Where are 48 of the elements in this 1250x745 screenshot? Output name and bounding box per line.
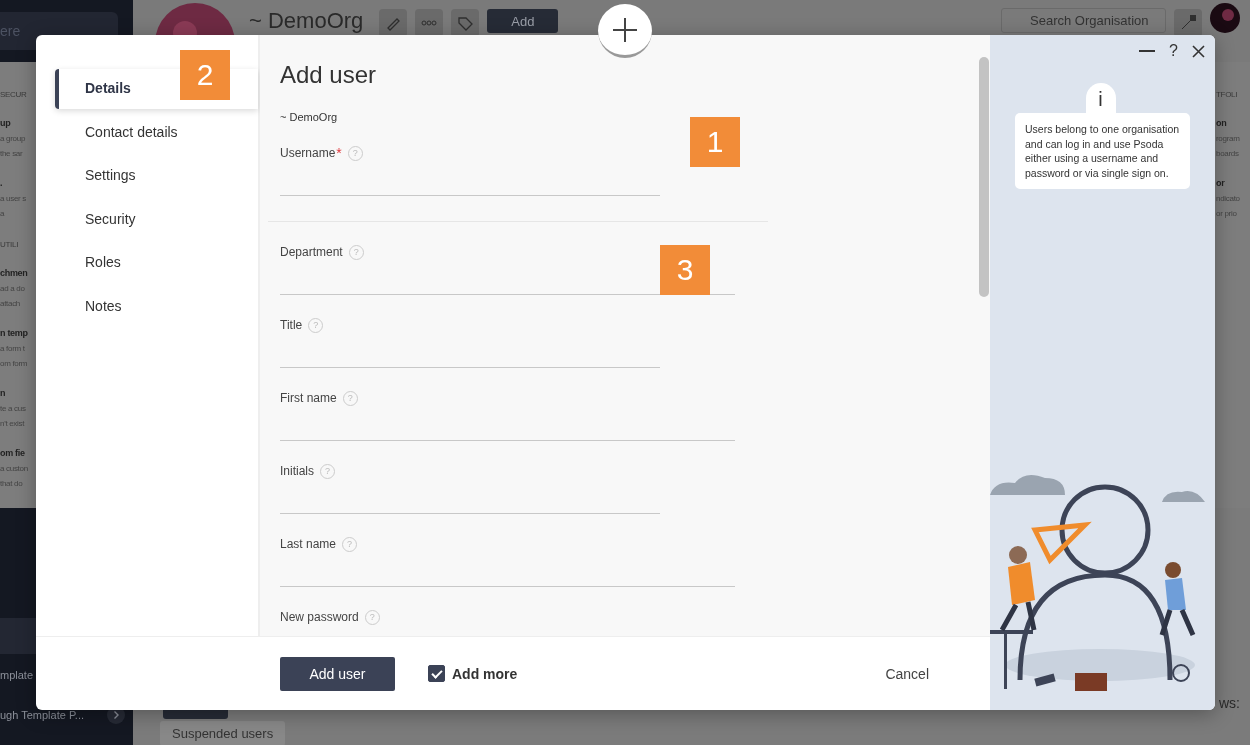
dialog-title: Add user [280, 61, 378, 90]
help-button[interactable]: ? [1169, 42, 1178, 60]
minimize-icon[interactable] [1139, 49, 1156, 53]
menu-item-title[interactable]: or [1216, 178, 1250, 194]
field-label: Initials [280, 464, 314, 478]
organisation-label: ~ DemoOrg [280, 111, 339, 123]
menu-item-title[interactable]: om fie [0, 448, 36, 464]
add-user-button[interactable]: Add user [280, 656, 395, 691]
suspended-users-button[interactable]: Suspended users [160, 721, 286, 745]
menu-item-title[interactable]: n temp [0, 328, 36, 344]
plus-icon[interactable] [612, 16, 638, 43]
cancel-button[interactable]: Cancel [879, 664, 935, 683]
sidebar-item[interactable]: mplate [0, 669, 34, 681]
nav-tab[interactable]: Settings [55, 156, 258, 196]
field-label: Department [280, 245, 343, 259]
required-mark: * [336, 145, 342, 161]
annotation-marker: 2 [180, 50, 230, 100]
nav-tab[interactable]: Roles [55, 243, 258, 283]
user-avatar[interactable] [1210, 3, 1240, 33]
annotation-marker: 3 [660, 245, 710, 295]
menu-item-title[interactable]: . [0, 178, 36, 194]
close-icon[interactable] [1192, 44, 1205, 58]
menu-item-title[interactable]: chmen [0, 268, 36, 284]
info-text: Users belong to one organisation and can log in and use Psoda either using a username and password or via single sign on. [1015, 113, 1190, 189]
field-label: New password [280, 610, 359, 624]
checkbox[interactable] [428, 665, 445, 682]
nav-tab[interactable]: Contact details [55, 112, 258, 152]
nav-tab[interactable]: Security [55, 199, 258, 239]
share-icon[interactable] [1174, 9, 1202, 37]
more-icon[interactable] [415, 9, 444, 37]
annotation-marker: 1 [690, 117, 740, 167]
field-label: Last name [280, 537, 337, 551]
edit-icon[interactable] [379, 9, 408, 37]
search-field[interactable]: Search Organisation [1001, 8, 1166, 33]
field-label: Username [280, 146, 336, 160]
org-name: ~ DemoOrg [249, 8, 364, 34]
nav-tab[interactable]: Notes [55, 286, 258, 326]
tag-icon[interactable] [451, 9, 480, 37]
sidebar-item[interactable]: ugh Template P... [0, 709, 84, 721]
rows-label: ws: [1219, 695, 1240, 711]
checkbox-label[interactable]: Add more [452, 665, 518, 682]
menu-item-title[interactable]: up [0, 118, 36, 134]
menu-item-title[interactable]: on [1216, 118, 1250, 134]
add-button[interactable]: Add [487, 9, 559, 33]
field-label: Title [280, 318, 303, 332]
info-icon: i [1085, 83, 1116, 113]
menu-item-title[interactable]: n [0, 388, 36, 404]
field-label: First name [280, 391, 337, 405]
